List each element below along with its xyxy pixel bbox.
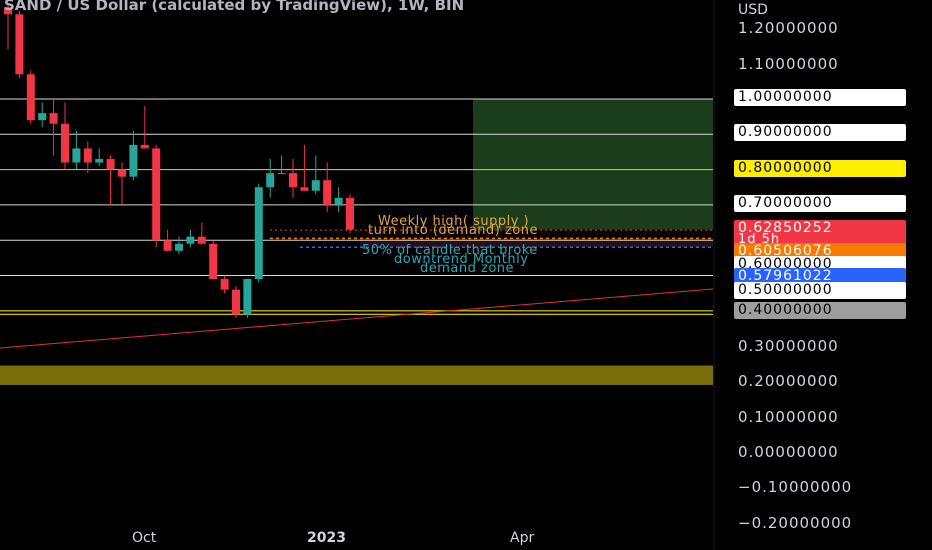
yellow-zone (0, 365, 713, 385)
chart-title: SAND / US Dollar (calculated by TradingV… (4, 0, 465, 14)
y-tick-label: 0.30000000 (738, 337, 839, 356)
candle-body (311, 180, 320, 191)
level-label-0.7: 0.70000000 (734, 195, 906, 212)
level-label-0.4: 0.40000000 (734, 302, 906, 319)
candle-body (118, 169, 126, 177)
level-label-1.0: 1.00000000 (734, 89, 906, 106)
candle-body (346, 197, 354, 230)
supply-note-line2: turn into (demand) zone (368, 223, 539, 238)
candle-body (95, 159, 104, 163)
y-tick-label: 0.10000000 (738, 407, 839, 426)
candle-body (186, 236, 195, 244)
y-tick-label: 1.10000000 (738, 54, 839, 73)
candle-body (243, 279, 252, 315)
x-label-2023: 2023 (307, 530, 346, 546)
candle-body (197, 236, 206, 244)
candle-body (277, 173, 286, 175)
demand-note-line3: demand zone (420, 261, 515, 276)
candle-body (15, 14, 24, 75)
candle-body (323, 180, 332, 205)
candle-body (289, 173, 297, 188)
candle-body (152, 148, 161, 241)
y-tick-label: 0.20000000 (738, 372, 839, 391)
target-zone (473, 99, 713, 230)
candle-body (300, 187, 309, 191)
y-tick-label: −0.20000000 (738, 513, 853, 532)
x-label-oct: Oct (132, 530, 157, 546)
x-label-apr: Apr (510, 530, 535, 546)
candle-body (140, 144, 149, 149)
candle-body (83, 148, 92, 163)
candle-body (61, 123, 69, 163)
y-tick-label: −0.10000000 (738, 478, 853, 497)
candle-body (220, 279, 229, 290)
y-tick-label: 0.00000000 (738, 443, 839, 461)
candle-body (106, 159, 115, 170)
candle-body (72, 148, 81, 163)
candle-body (266, 173, 275, 188)
candle-body (232, 289, 240, 315)
candle-body (38, 113, 47, 121)
level-label-0.9: 0.90000000 (734, 124, 906, 141)
trend-line (0, 288, 714, 349)
candle-body (209, 243, 218, 280)
candle-body (175, 243, 183, 251)
level-label-0.8: 0.80000000 (734, 160, 906, 177)
candle-body (26, 74, 35, 121)
candle-body (129, 144, 138, 177)
axis-unit: USD (738, 2, 768, 18)
candle-body (49, 113, 58, 124)
chart-root: SAND / US Dollar (calculated by TradingV… (0, 0, 932, 550)
candle-body (254, 187, 263, 280)
y-tick-label: 1.20000000 (738, 19, 839, 38)
candle-body (163, 240, 172, 251)
candle-body (334, 197, 343, 205)
level-label-0.5: 0.50000000 (734, 282, 906, 299)
